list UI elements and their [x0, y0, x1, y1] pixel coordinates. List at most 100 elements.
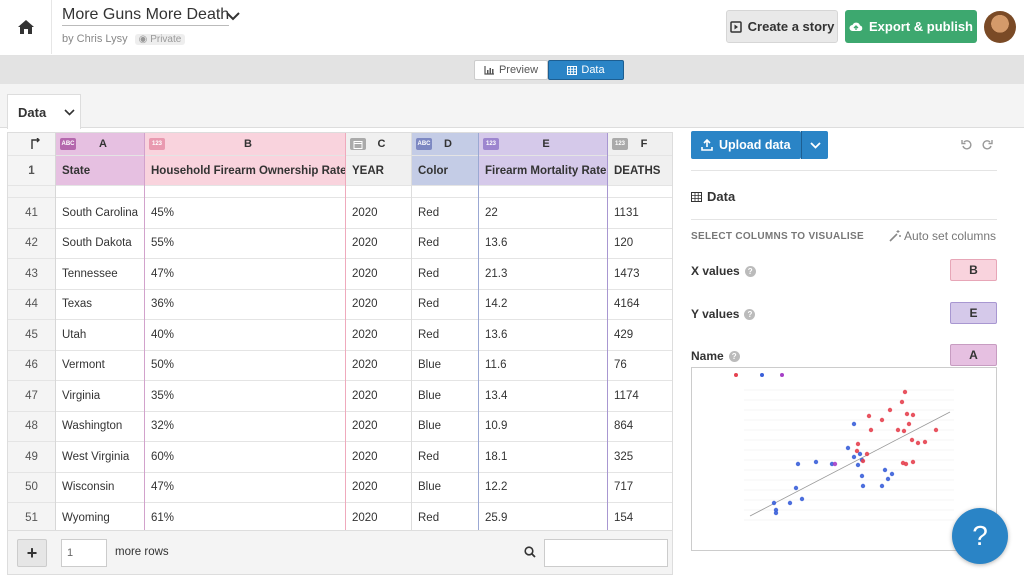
table-cell[interactable]: Red — [412, 198, 478, 229]
table-cell[interactable]: 2020 — [346, 320, 411, 351]
table-cell[interactable]: 61% — [145, 503, 345, 530]
name-column-selector[interactable]: A — [950, 344, 997, 366]
auto-set-columns-button[interactable]: Auto set columns — [889, 229, 996, 243]
table-cell[interactable]: South Carolina — [56, 198, 144, 229]
table-cell[interactable]: 2020 — [346, 442, 411, 473]
table-cell[interactable]: 2020 — [346, 381, 411, 412]
table-cell[interactable]: 40% — [145, 320, 345, 351]
column-b-name[interactable]: Household Firearm Ownership Rate — [145, 156, 345, 186]
table-cell[interactable]: Washington — [56, 412, 144, 442]
upload-data-button[interactable]: Upload data — [691, 131, 801, 159]
column-c[interactable]: C YEAR 2020 2020 2020 2020 2020 2020 2020 2020 2… — [346, 133, 412, 530]
column-b-header[interactable]: 123 B — [145, 133, 345, 156]
table-cell[interactable]: Texas — [56, 290, 144, 320]
table-cell[interactable]: Wyoming — [56, 503, 144, 530]
table-cell[interactable]: 2020 — [346, 198, 411, 229]
table-cell[interactable]: Blue — [412, 381, 478, 412]
sheet-tab-data[interactable]: Data — [7, 94, 81, 129]
table-cell[interactable]: 32% — [145, 412, 345, 442]
export-publish-button[interactable]: Export & publish — [845, 10, 977, 43]
column-d-header[interactable]: ABC D — [412, 133, 478, 156]
project-title[interactable]: More Guns More Death — [62, 6, 230, 26]
table-cell[interactable]: Red — [412, 229, 478, 259]
home-button[interactable] — [0, 0, 52, 54]
table-cell[interactable]: 55% — [145, 229, 345, 259]
table-cell[interactable]: Red — [412, 503, 478, 530]
column-e-header[interactable]: 123 E — [479, 133, 607, 156]
help-icon[interactable]: ? — [728, 350, 740, 362]
help-icon[interactable]: ? — [744, 308, 756, 320]
help-icon[interactable]: ? — [744, 265, 756, 277]
preview-toggle[interactable]: Preview — [474, 60, 548, 80]
table-cell[interactable]: 2020 — [346, 473, 411, 503]
table-cell[interactable]: 21.3 — [479, 259, 607, 290]
table-cell[interactable]: 47% — [145, 473, 345, 503]
table-cell[interactable]: 2020 — [346, 351, 411, 381]
data-toggle[interactable]: Data — [548, 60, 624, 80]
column-e[interactable]: 123 E Firearm Mortality Rate 22 13.6 21.3 14… — [479, 133, 608, 530]
table-cell[interactable]: Wisconsin — [56, 473, 144, 503]
table-cell[interactable]: 1131 — [608, 198, 672, 229]
table-cell[interactable]: Red — [412, 290, 478, 320]
upload-options-dropdown[interactable] — [801, 131, 828, 159]
table-cell[interactable]: 22 — [479, 198, 607, 229]
column-c-header[interactable]: C — [346, 133, 411, 156]
column-d[interactable]: ABC D Color Red Red Red Red Red Blue Blue Blue Re… — [412, 133, 479, 530]
table-cell[interactable]: West Virginia — [56, 442, 144, 473]
column-a-name[interactable]: State — [56, 156, 144, 186]
table-cell[interactable]: 36% — [145, 290, 345, 320]
table-cell[interactable]: Blue — [412, 351, 478, 381]
table-cell[interactable]: Tennessee — [56, 259, 144, 290]
column-b[interactable]: 123 B Household Firearm Ownership Rate 45… — [145, 133, 346, 530]
table-cell[interactable]: 4164 — [608, 290, 672, 320]
table-cell[interactable]: 2020 — [346, 259, 411, 290]
table-cell[interactable]: 429 — [608, 320, 672, 351]
column-a-header[interactable]: ABC A — [56, 133, 144, 156]
table-cell[interactable]: South Dakota — [56, 229, 144, 259]
table-cell[interactable]: 2020 — [346, 290, 411, 320]
table-cell[interactable]: 325 — [608, 442, 672, 473]
table-cell[interactable]: 60% — [145, 442, 345, 473]
column-a[interactable]: ABC A State South Carolina South Dakota Ten… — [56, 133, 145, 530]
help-button[interactable]: ? — [952, 508, 1008, 564]
table-cell[interactable]: Vermont — [56, 351, 144, 381]
column-e-name[interactable]: Firearm Mortality Rate — [479, 156, 607, 186]
table-cell[interactable]: 10.9 — [479, 412, 607, 442]
table-cell[interactable]: Red — [412, 320, 478, 351]
chevron-down-icon[interactable] — [226, 12, 240, 21]
create-story-button[interactable]: Create a story — [726, 10, 838, 43]
table-cell[interactable]: 1174 — [608, 381, 672, 412]
table-cell[interactable]: 35% — [145, 381, 345, 412]
x-values-column-selector[interactable]: B — [950, 259, 997, 281]
column-d-name[interactable]: Color — [412, 156, 478, 186]
add-rows-button[interactable]: + — [17, 539, 47, 567]
table-cell[interactable]: 2020 — [346, 412, 411, 442]
table-cell[interactable]: 45% — [145, 198, 345, 229]
rows-count-input[interactable]: 1 — [61, 539, 107, 567]
table-cell[interactable]: 14.2 — [479, 290, 607, 320]
y-values-column-selector[interactable]: E — [950, 302, 997, 324]
table-cell[interactable]: 717 — [608, 473, 672, 503]
table-cell[interactable]: 18.1 — [479, 442, 607, 473]
table-cell[interactable]: 2020 — [346, 229, 411, 259]
chevron-down-icon[interactable] — [64, 108, 75, 116]
search-input[interactable] — [544, 539, 668, 567]
undo-icon[interactable] — [961, 139, 973, 150]
table-cell[interactable]: 47% — [145, 259, 345, 290]
table-cell[interactable]: Virginia — [56, 381, 144, 412]
table-cell[interactable]: Red — [412, 259, 478, 290]
table-cell[interactable]: 13.6 — [479, 229, 607, 259]
table-cell[interactable]: 13.4 — [479, 381, 607, 412]
column-f-header[interactable]: 123 F — [608, 133, 672, 156]
data-grid[interactable]: 1 41 42 43 44 45 46 47 48 49 50 51 ABC A State Sout… — [7, 132, 673, 531]
table-cell[interactable]: 13.6 — [479, 320, 607, 351]
table-cell[interactable]: Blue — [412, 412, 478, 442]
column-f[interactable]: 123 F DEATHS 1131 120 1473 4164 429 76 1174 864 3… — [608, 133, 672, 530]
column-f-name[interactable]: DEATHS — [608, 156, 672, 186]
table-cell[interactable]: 11.6 — [479, 351, 607, 381]
table-cell[interactable]: Utah — [56, 320, 144, 351]
table-cell[interactable]: 25.9 — [479, 503, 607, 530]
table-cell[interactable]: 12.2 — [479, 473, 607, 503]
table-cell[interactable]: 864 — [608, 412, 672, 442]
table-cell[interactable]: 154 — [608, 503, 672, 530]
